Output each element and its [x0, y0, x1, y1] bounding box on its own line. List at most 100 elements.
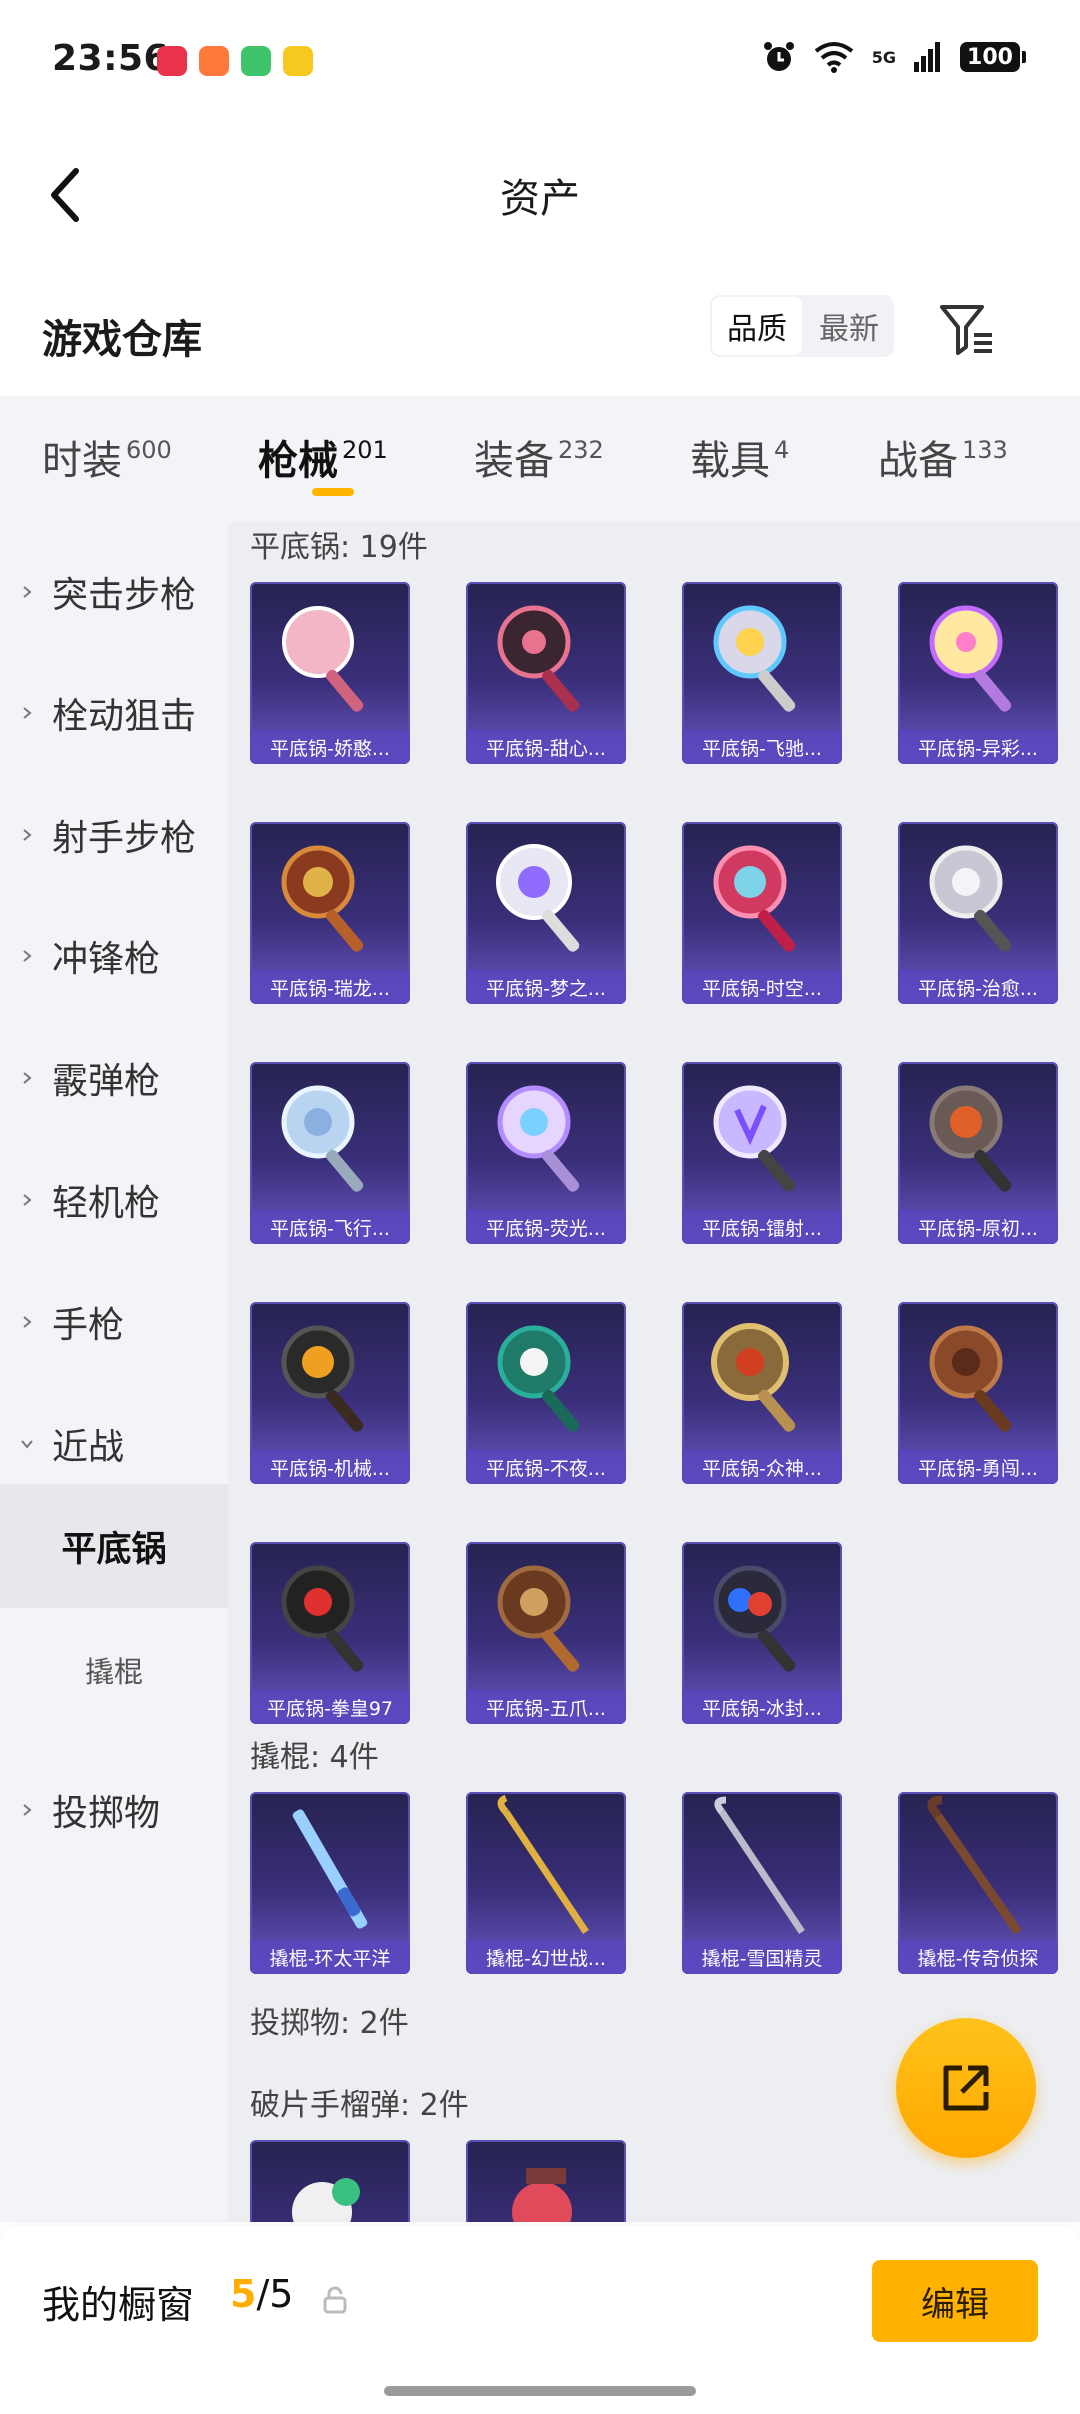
item-name: 平底锅-镭射... — [682, 1210, 842, 1244]
sidebar-item-label: 射手步枪 — [52, 818, 197, 859]
showcase-count: 5/5 — [230, 2272, 293, 2316]
sidebar-item-label: 手枪 — [52, 1305, 125, 1346]
sidebar-subitem-label: 撬棍 — [84, 1655, 143, 1689]
home-indicator[interactable] — [384, 2386, 696, 2396]
sort-newest-button[interactable]: 最新 — [804, 295, 894, 357]
crowbar-skin-icon — [497, 1794, 589, 1934]
sidebar-item-throwables[interactable]: 投掷物 — [0, 1770, 228, 1850]
sort-quality-button[interactable]: 品质 — [710, 295, 804, 357]
chevron-right-icon — [23, 1194, 32, 1206]
item-card[interactable]: 平底锅-甜心... — [466, 582, 626, 764]
item-name: 平底锅-娇憨... — [250, 730, 410, 764]
sidebar-item-assault-rifle[interactable]: 突击步枪 — [0, 552, 228, 632]
group-title-crowbar: 撬棍: 4件 — [250, 1740, 379, 1775]
item-name: 平底锅-甜心... — [466, 730, 626, 764]
wifi-icon — [814, 42, 853, 73]
tab-fashion[interactable]: 时装 600 — [42, 428, 172, 486]
pan-skin-icon — [281, 1085, 364, 1192]
item-card[interactable]: 平底锅-拳皇97 — [250, 1542, 410, 1724]
status-app-icons — [157, 46, 313, 76]
item-name: 平底锅-飞驰... — [682, 730, 842, 764]
warehouse-title: 游戏仓库 — [42, 317, 202, 363]
item-card[interactable]: 平底锅-梦之... — [466, 822, 626, 1004]
item-card[interactable]: 平底锅-治愈... — [898, 822, 1058, 1004]
sidebar-item-label: 近战 — [52, 1427, 125, 1468]
lock-icon — [323, 2286, 347, 2314]
tab-weapons[interactable]: 枪械 201 — [258, 428, 388, 486]
sidebar-item-label: 突击步枪 — [52, 575, 197, 616]
grid-app-icon — [241, 46, 271, 76]
item-card[interactable]: 平底锅-时空... — [682, 822, 842, 1004]
pan-skin-icon — [282, 606, 364, 712]
chevron-down-icon — [21, 1440, 33, 1449]
item-name: 平底锅-机械... — [250, 1450, 410, 1484]
battery-icon: 100 — [960, 42, 1026, 72]
item-name: 平底锅-拳皇97 — [250, 1690, 410, 1724]
pan-skin-icon — [713, 605, 796, 712]
group-title-throwables: 投掷物: 2件 — [250, 2006, 409, 2041]
filter-icon[interactable] — [938, 303, 996, 357]
status-time: 23:56 — [52, 38, 170, 79]
sidebar-item-smg[interactable]: 冲锋枪 — [0, 916, 228, 996]
showcase-max: 5 — [269, 2272, 294, 2316]
tab-vehicles[interactable]: 载具 4 — [690, 428, 789, 486]
sidebar-item-pistol[interactable]: 手枪 — [0, 1282, 228, 1362]
sidebar-item-marksman-rifle[interactable]: 射手步枪 — [0, 795, 228, 875]
pan-skin-icon — [929, 1085, 1012, 1192]
item-card[interactable]: 平底锅-瑞龙... — [250, 822, 410, 1004]
showcase-separator: / — [256, 2272, 270, 2316]
category-tabs: 时装 600 枪械 201 装备 232 载具 4 战备 133 — [0, 396, 1080, 522]
sidebar-subitem-pan[interactable]: 平底锅 — [0, 1484, 228, 1608]
pdd-app-icon — [157, 46, 187, 76]
item-grid-area: 平底锅: 19件 平底锅-娇憨... 平底锅-甜心... 平底锅-飞驰... 平… — [228, 522, 1080, 2222]
top-nav: 资产 — [0, 130, 1080, 260]
item-name: 平底锅-飞行... — [250, 1210, 410, 1244]
item-card[interactable]: 撬棍-雪国精灵 — [682, 1792, 842, 1974]
active-tab-indicator — [312, 488, 354, 496]
item-card[interactable] — [466, 2140, 626, 2222]
sidebar-item-label: 投掷物 — [52, 1793, 161, 1834]
pan-skin-icon — [281, 1325, 364, 1432]
sidebar-subitem-label: 平底锅 — [61, 1529, 167, 1570]
item-card[interactable]: 平底锅-飞行... — [250, 1062, 410, 1244]
item-card[interactable]: 平底锅-不夜... — [466, 1302, 626, 1484]
share-button[interactable] — [896, 2018, 1036, 2158]
sidebar-item-shotgun[interactable]: 霰弹枪 — [0, 1038, 228, 1118]
item-card[interactable]: 撬棍-幻世战... — [466, 1792, 626, 1974]
sidebar-item-label: 栓动狙击 — [52, 696, 197, 737]
sidebar-item-lmg[interactable]: 轻机枪 — [0, 1160, 228, 1240]
item-card[interactable]: 平底锅-五爪... — [466, 1542, 626, 1724]
tab-label: 载具 — [690, 438, 770, 484]
item-card[interactable]: 平底锅-机械... — [250, 1302, 410, 1484]
chevron-right-icon — [23, 1316, 32, 1328]
sidebar-item-bolt-sniper[interactable]: 栓动狙击 — [0, 673, 228, 753]
showcase-current: 5 — [230, 2272, 257, 2316]
item-card[interactable]: 平底锅-飞驰... — [682, 582, 842, 764]
alarm-icon — [763, 42, 794, 71]
sidebar-subitem-crowbar[interactable]: 撬棍 — [0, 1608, 228, 1732]
item-card[interactable]: 平底锅-众神... — [682, 1302, 842, 1484]
item-name: 撬棍-传奇侦探 — [898, 1940, 1058, 1974]
item-card[interactable]: 平底锅-异彩... — [898, 582, 1058, 764]
sidebar-item-melee[interactable]: 近战 — [0, 1404, 228, 1484]
tab-equipment[interactable]: 装备 232 — [474, 428, 604, 486]
status-bar: 23:56 5G 100 — [0, 0, 1080, 120]
item-card[interactable]: 平底锅-原初... — [898, 1062, 1058, 1244]
item-name: 平底锅-时空... — [682, 970, 842, 1004]
tab-count: 4 — [774, 436, 790, 464]
item-card[interactable]: 撬棍-环太平洋 — [250, 1792, 410, 1974]
item-card[interactable]: 平底锅-勇闯... — [898, 1302, 1058, 1484]
grenade-skin-icon — [512, 2168, 572, 2222]
item-card[interactable]: 撬棍-传奇侦探 — [898, 1792, 1058, 1974]
item-card[interactable]: 平底锅-镭射... — [682, 1062, 842, 1244]
pan-skin-icon — [713, 1565, 796, 1672]
item-name: 平底锅-众神... — [682, 1450, 842, 1484]
edit-button[interactable]: 编辑 — [872, 2260, 1038, 2342]
item-name: 平底锅-勇闯... — [898, 1450, 1058, 1484]
item-card[interactable]: 平底锅-荧光... — [466, 1062, 626, 1244]
tab-supplies[interactable]: 战备 133 — [878, 428, 1008, 486]
pan-skin-icon — [929, 605, 1012, 712]
item-card[interactable]: 平底锅-冰封... — [682, 1542, 842, 1724]
item-card[interactable] — [250, 2140, 410, 2222]
item-card[interactable]: 平底锅-娇憨... — [250, 582, 410, 764]
